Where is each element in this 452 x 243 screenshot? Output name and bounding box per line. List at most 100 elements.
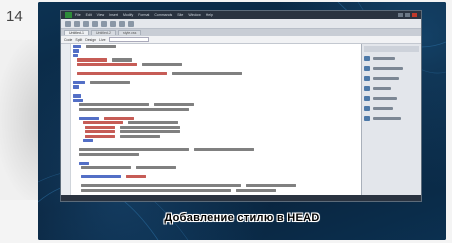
menu-bar: File Edit View Insert Modify Format Comm… — [75, 13, 213, 17]
document-tabs: Untitled-1 Untitled-2 style.css — [61, 29, 421, 36]
code-line — [73, 148, 359, 152]
code-token — [79, 107, 189, 111]
toolbar-icon[interactable] — [74, 20, 80, 27]
document-toolbar: Code Split Design Live — [61, 36, 421, 44]
code-line — [73, 161, 359, 165]
code-token — [172, 71, 242, 76]
code-token — [128, 121, 178, 125]
panel-item[interactable] — [364, 115, 419, 122]
code-token — [73, 80, 85, 85]
toolbar-icon[interactable] — [128, 20, 134, 27]
menu-item[interactable]: Modify — [123, 13, 133, 17]
code-line — [73, 188, 359, 192]
menu-item[interactable]: Insert — [109, 13, 118, 17]
minimize-icon[interactable] — [398, 13, 403, 17]
panel-header — [364, 46, 419, 52]
code-line — [73, 175, 359, 179]
panel-item-label — [373, 67, 403, 70]
panel-item[interactable] — [364, 55, 419, 62]
code-token — [83, 139, 93, 143]
menu-item[interactable]: Commands — [154, 13, 172, 17]
menu-item[interactable]: Edit — [86, 13, 92, 17]
toolbar-icon[interactable] — [110, 20, 116, 27]
code-token — [77, 58, 107, 62]
menu-item[interactable]: Window — [188, 13, 200, 17]
app-titlebar: File Edit View Insert Modify Format Comm… — [61, 11, 421, 19]
panel-item-label — [373, 57, 395, 60]
view-split-button[interactable]: Split — [75, 38, 82, 42]
app-logo-icon — [65, 12, 72, 18]
code-line — [73, 184, 359, 188]
panel-item-icon — [364, 106, 370, 111]
panel-item-label — [373, 97, 397, 100]
code-token — [120, 130, 180, 134]
toolbar-icon[interactable] — [83, 20, 89, 27]
code-editor[interactable] — [61, 44, 361, 201]
close-icon[interactable] — [412, 13, 417, 17]
code-line — [73, 152, 359, 156]
tab-document[interactable]: Untitled-1 — [64, 30, 89, 35]
panel-item[interactable] — [364, 75, 419, 82]
code-token — [112, 58, 132, 62]
view-code-button[interactable]: Code — [64, 38, 72, 42]
code-line — [73, 85, 359, 89]
panel-item-icon — [364, 76, 370, 81]
view-live-button[interactable]: Live — [99, 38, 105, 42]
tab-document[interactable]: Untitled-2 — [90, 30, 116, 35]
code-area[interactable] — [71, 44, 361, 201]
toolbar-icon[interactable] — [101, 20, 107, 27]
slide-number: 14 — [6, 8, 23, 25]
maximize-icon[interactable] — [405, 13, 410, 17]
code-token — [236, 188, 276, 192]
menu-item[interactable]: File — [75, 13, 81, 17]
panel-item[interactable] — [364, 65, 419, 72]
panel-item[interactable] — [364, 85, 419, 92]
menu-item[interactable]: Help — [206, 13, 213, 17]
panel-item[interactable] — [364, 95, 419, 102]
code-line — [73, 98, 359, 102]
code-line — [73, 139, 359, 143]
code-line — [73, 71, 359, 76]
panel-item[interactable] — [364, 105, 419, 112]
toolbar-icon[interactable] — [92, 20, 98, 27]
title-input[interactable] — [108, 37, 149, 42]
menu-item[interactable]: Site — [177, 13, 183, 17]
panel-item-icon — [364, 116, 370, 121]
code-token — [73, 45, 81, 49]
toolbar-icon[interactable] — [119, 20, 125, 27]
code-token — [85, 134, 115, 138]
view-design-button[interactable]: Design — [85, 38, 96, 42]
tab-document[interactable]: style.css — [117, 30, 142, 35]
code-line — [73, 116, 359, 120]
menu-item[interactable]: View — [97, 13, 105, 17]
code-line — [73, 134, 359, 138]
code-line — [73, 49, 359, 53]
code-line — [73, 103, 359, 107]
slide[interactable]: File Edit View Insert Modify Format Comm… — [38, 2, 446, 240]
code-token — [194, 148, 254, 152]
code-token — [79, 152, 139, 156]
menu-item[interactable]: Format — [138, 13, 149, 17]
toolbar-icon[interactable] — [65, 20, 71, 27]
code-token — [86, 45, 116, 49]
